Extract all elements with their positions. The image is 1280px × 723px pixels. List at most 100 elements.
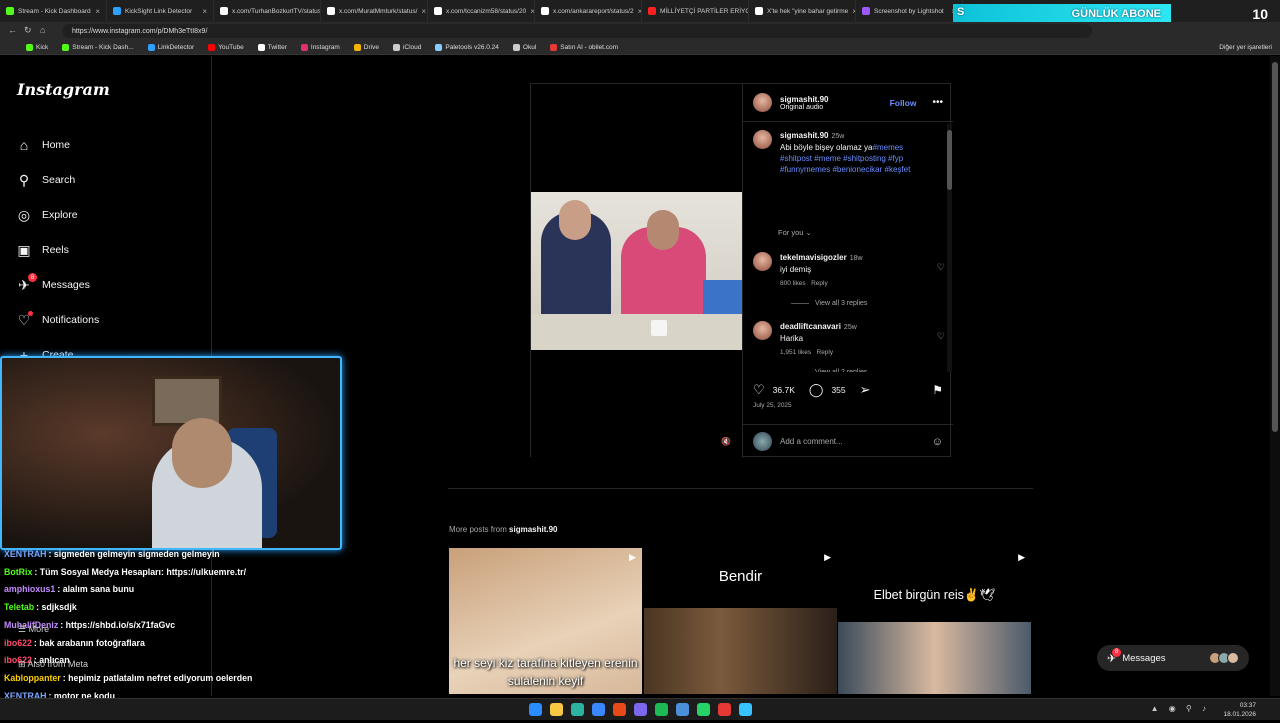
caption-avatar[interactable] [753,130,772,149]
app-icon-4[interactable] [738,703,752,716]
bookmark-item[interactable]: Okul [512,43,536,51]
other-bookmarks[interactable]: Diğer yer işaretleri [1219,44,1272,51]
post-video[interactable]: 🔇 [531,84,742,458]
audio-label[interactable]: Original audio [780,104,828,111]
sidebar-item-notifications[interactable]: ♡ Notifications [16,311,99,328]
bookmark-item[interactable]: Drive [353,43,379,51]
reply-button[interactable]: Reply [817,349,834,356]
post-thumbnail-1[interactable]: ▶ her seyi kiz tarafina kitleyen erenin … [449,548,642,694]
close-icon[interactable]: × [202,7,207,16]
user-avatar [753,432,772,451]
caption-user[interactable]: sigmashit.90 [780,131,828,140]
post-thumbnail-2[interactable]: ▶ Bendir [644,548,837,694]
reload-icon[interactable]: ↻ [24,25,32,36]
bookmark-icon [353,43,361,51]
like-count[interactable]: 36.7K [773,385,795,395]
browser-tab[interactable]: Screenshot by Lightshot× [856,0,963,22]
emoji-icon[interactable]: ☺ [932,436,943,448]
steam-icon[interactable] [591,703,605,716]
post-actions: ♡ 36.7K ◯ 355 ➢ ⚑ [753,382,943,398]
more-options-icon[interactable]: ••• [932,97,943,108]
scroll-thumb[interactable] [947,130,952,190]
messages-pill[interactable]: ✈ 8 Messages [1097,645,1249,671]
chat-username[interactable]: BotRix [4,567,32,577]
comment-icon[interactable]: ◯ [809,382,824,398]
for-you-dropdown[interactable]: For you ⌄ [778,228,812,237]
url-field[interactable]: https://www.instagram.com/p/DMh3eTtI8x9/ [62,24,1092,38]
comment-user[interactable]: tekelmavisigozler [780,253,847,262]
home-icon[interactable]: ⌂ [40,25,45,35]
save-icon[interactable]: ⚑ [932,383,943,397]
comment-likes[interactable]: 1,951 likes [780,349,811,356]
comment-likes[interactable]: 800 likes [780,280,806,287]
sidebar-item-search[interactable]: ⚲ Search [16,172,75,188]
file-explorer-icon[interactable] [549,703,563,716]
bookmark-item[interactable]: Kick [26,43,48,51]
browser-tab[interactable]: MİLLİYETÇİ PARTİLER ERİYOR× [642,0,749,22]
comment-user[interactable]: deadliftcanavari [780,322,841,331]
chat-username[interactable]: XENTRAH [4,549,47,559]
bookmark-item[interactable]: LinkDetector [147,43,194,51]
share-icon[interactable]: ➢ [860,382,871,398]
bookmark-item[interactable]: Paletools v26.0.24 [435,43,499,51]
view-replies-button[interactable]: View all 3 replies [791,300,867,307]
bookmark-item[interactable]: YouTube [208,43,244,51]
author-avatar[interactable] [753,93,772,112]
comments-scrollbar[interactable] [947,124,952,372]
bookmark-item[interactable]: Twitter [257,43,287,51]
comment-like-icon[interactable]: ♡ [937,262,945,273]
mute-icon[interactable]: 🔇 [721,437,731,446]
app-icon[interactable] [612,703,626,716]
bookmark-item[interactable]: Stream - Kick Dash... [62,43,134,51]
spotify-icon[interactable] [654,703,668,716]
browser-tab[interactable]: x.com/MuratMmturk/status/× [321,0,428,22]
sidebar-item-reels[interactable]: ▣ Reels [16,242,68,258]
sidebar-item-messages[interactable]: ✈ 8 Messages [16,273,90,293]
page-scroll-thumb[interactable] [1272,62,1278,432]
like-icon[interactable]: ♡ [753,382,765,398]
chat-text: alalım sana bunu [62,584,135,595]
chat-username[interactable]: Teletab [4,602,34,612]
back-icon[interactable]: ← [8,25,17,35]
system-tray[interactable]: ▲ ◉ ⚲ ♪ [1151,704,1210,713]
sidebar-item-explore[interactable]: ◎ Explore [16,207,78,223]
close-icon[interactable]: × [421,7,426,16]
sidebar-meta[interactable]: ⊞ Also from Meta [18,659,88,670]
app-icon-3[interactable] [717,703,731,716]
bookmark-item[interactable]: Instagram [300,43,340,51]
browser-tab[interactable]: x.com/ankarareport/status/2 × [535,0,642,22]
browser-tab[interactable]: X'te hek "yine bahar getirme× [749,0,856,22]
close-icon[interactable]: × [95,7,100,16]
edge-icon[interactable] [570,703,584,716]
follow-button[interactable]: Follow [890,98,917,108]
post-thumbnail-3[interactable]: ▶ Elbet birgün reis✌🕊 [838,548,1031,694]
start-icon[interactable] [528,703,542,716]
bookmark-item[interactable]: Satın Al - obilet.com [550,43,618,51]
clock[interactable]: 03:37 18.01.2026 [1223,701,1256,719]
bookmark-item[interactable]: iCloud [392,43,421,51]
chat-username[interactable]: ibo622 [4,638,32,648]
discord-icon[interactable] [633,703,647,716]
browser-tab[interactable]: x.com/tccanizm58/status/20 × [428,0,535,22]
explore-icon: ◎ [17,206,31,223]
author-name[interactable]: sigmashit.90 [780,95,828,104]
comment-avatar[interactable] [753,321,772,340]
comment-avatar[interactable] [753,252,772,271]
sidebar-more[interactable]: ☰ More [18,624,49,635]
instagram-logo[interactable]: Instagram [17,80,110,99]
more-posts-user[interactable]: sigmashit.90 [509,525,557,534]
page-scrollbar[interactable] [1270,56,1280,696]
chat-username[interactable]: Kabloppanter [4,673,61,683]
comment-like-icon[interactable]: ♡ [937,331,945,342]
whatsapp-icon[interactable] [696,703,710,716]
browser-tab[interactable]: Stream - Kick Dashboard × [0,0,107,22]
chat-username[interactable]: amphioxus1 [4,584,55,594]
sidebar-item-home[interactable]: ⌂ Home [16,137,70,153]
browser-tab[interactable]: KickSight Link Detector × [107,0,214,22]
view-replies-button[interactable]: View all 2 replies [791,369,867,372]
browser-tab[interactable]: x.com/TurhanBozkurtTV/status× [214,0,321,22]
add-comment-input[interactable]: Add a comment... [780,437,843,446]
reply-button[interactable]: Reply [811,280,828,287]
app-icon-2[interactable] [675,703,689,716]
meta-label: Also from Meta [27,659,89,669]
